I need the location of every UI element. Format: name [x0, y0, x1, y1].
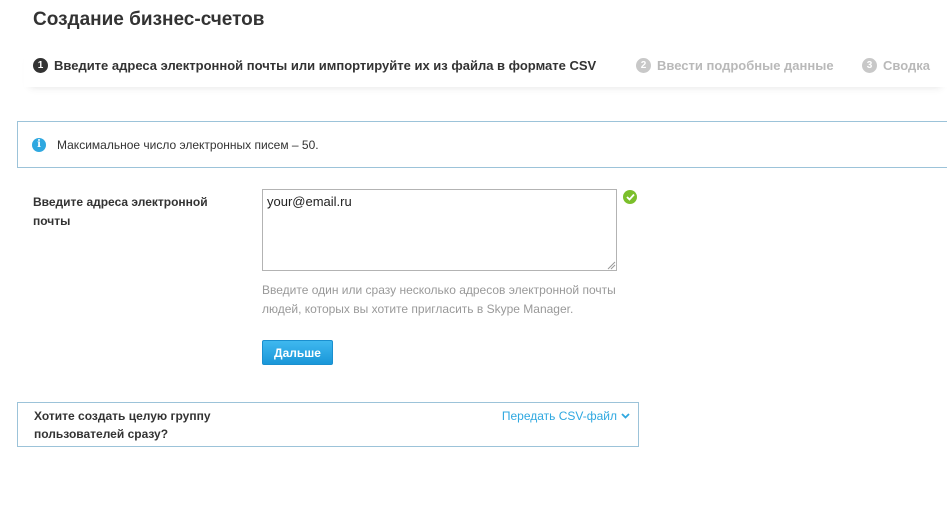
- step-3-number: 3: [862, 58, 877, 73]
- page-title: Создание бизнес-счетов: [33, 9, 265, 30]
- email-textarea[interactable]: your@email.ru: [262, 189, 617, 271]
- chevron-down-icon: [621, 413, 630, 419]
- step-1-number: 1: [33, 58, 48, 73]
- csv-upload-box: Хотите создать целую группу пользователе…: [17, 402, 639, 447]
- step-2-label: Ввести подробные данные: [657, 58, 834, 73]
- step-1-label: Введите адреса электронной почты или имп…: [54, 58, 597, 73]
- info-icon: i: [32, 137, 46, 152]
- upload-csv-link-label: Передать CSV-файл: [501, 409, 617, 423]
- upload-csv-link[interactable]: Передать CSV-файл: [502, 409, 630, 423]
- info-message: i Максимальное число электронных писем –…: [17, 121, 947, 168]
- email-field-label: Введите адреса электронной почты: [33, 195, 208, 228]
- email-hint: Введите один или сразу несколько адресов…: [262, 283, 616, 316]
- step-3-label: Сводка: [883, 58, 930, 73]
- check-circle-icon: [623, 190, 637, 204]
- step-1: 1 Введите адреса электронной почты или и…: [33, 58, 596, 73]
- wizard-steps: 1 Введите адреса электронной почты или и…: [24, 47, 947, 87]
- step-2-number: 2: [636, 58, 651, 73]
- resize-grip-icon[interactable]: [606, 260, 616, 270]
- next-button[interactable]: Дальше: [262, 340, 333, 365]
- page: Создание бизнес-счетов 1 Введите адреса …: [0, 0, 947, 508]
- info-text: Максимальное число электронных писем – 5…: [57, 137, 319, 152]
- step-3: 3 Сводка: [862, 58, 930, 73]
- csv-question: Хотите создать целую группу пользователе…: [34, 409, 211, 441]
- step-2: 2 Ввести подробные данные: [636, 58, 834, 73]
